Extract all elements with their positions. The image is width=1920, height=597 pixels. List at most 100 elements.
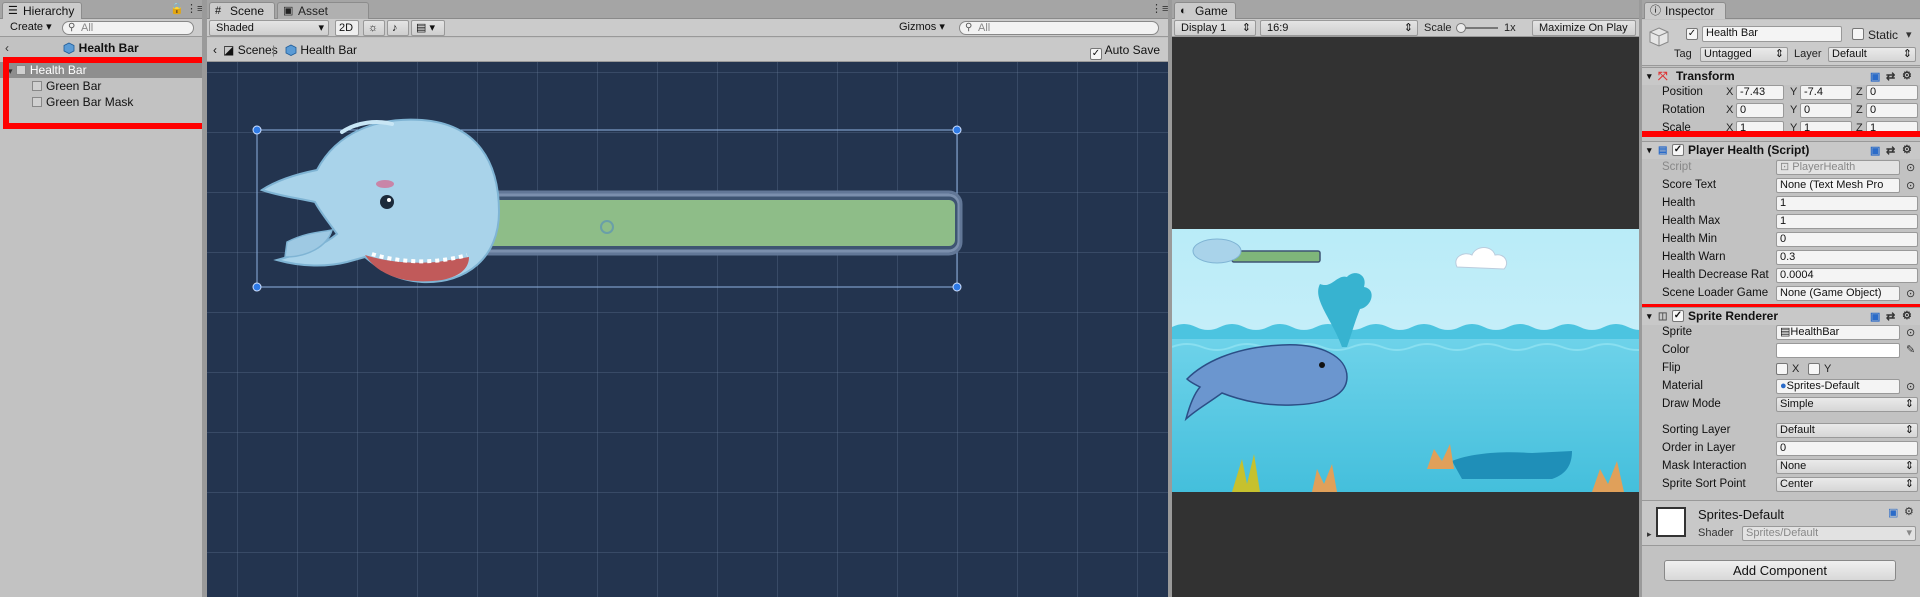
rotation-label: Rotation [1662,104,1705,116]
panel-menu-icon[interactable]: ⋮≡ [1151,3,1168,15]
health-decrease-rate-field[interactable]: 0.0004 [1776,268,1918,283]
shader-dropdown[interactable]: Sprites/Default ▾ [1742,526,1916,541]
active-checkbox[interactable]: ✓ [1686,28,1698,40]
sprite-renderer-title: Sprite Renderer [1688,309,1779,323]
transform-header[interactable]: ▾ ⤧ Transform ▣ ⇄ ⚙ [1642,67,1920,85]
flip-x-checkbox[interactable] [1776,363,1788,375]
sprite-field[interactable]: ▤HealthBar [1776,325,1900,340]
rotation-x-field[interactable]: 0 [1736,103,1784,118]
draw-mode-dropdown[interactable]: Simple ⇕ [1776,397,1918,412]
eyedropper-icon[interactable]: ✎ [1906,343,1915,356]
scale-x-field[interactable]: 1 [1736,121,1784,132]
panel-menu-icon[interactable]: ⋮≡ [186,3,202,15]
shading-dropdown[interactable]: Shaded ▾ [209,20,329,36]
health-warn-field[interactable]: 0.3 [1776,250,1918,265]
tag-value: Untagged [1704,48,1752,60]
back-arrow-icon[interactable]: ‹ [213,38,217,62]
component-enabled-checkbox[interactable]: ✓ [1672,310,1684,322]
object-picker-icon[interactable]: ⊙ [1906,179,1915,192]
position-z-field[interactable]: 0 [1866,85,1918,100]
lock-icon[interactable]: 🔒 [170,3,184,15]
hierarchy-item-health-bar[interactable]: ▾ Health Bar [0,62,202,78]
effects-dropdown[interactable]: ▤ ▾ [411,20,445,36]
health-field[interactable]: 1 [1776,196,1918,211]
lighting-toggle[interactable]: ☼ [363,20,385,36]
hierarchy-breadcrumb[interactable]: ‹ Health Bar [0,40,202,58]
component-enabled-checkbox[interactable]: ✓ [1672,144,1684,156]
layer-dropdown[interactable]: Default ⇕ [1828,47,1916,62]
chevron-down-icon[interactable]: ▾ [1906,28,1912,41]
tab-inspector[interactable]: ⓘ Inspector [1644,2,1726,19]
sorting-layer-dropdown[interactable]: Default ⇕ [1776,423,1918,438]
game-screen[interactable] [1172,229,1639,492]
scale-z-field[interactable]: 1 [1866,121,1918,132]
gear-icon[interactable]: ⚙ [1904,505,1914,518]
tab-game[interactable]: ◐ Game [1174,2,1236,19]
audio-toggle[interactable]: ♪ [387,20,409,36]
flip-y-checkbox[interactable] [1808,363,1820,375]
sprite-renderer-header[interactable]: ▾ ◫ ✓ Sprite Renderer ▣ ⇄ ⚙ [1642,307,1920,325]
health-decrease-rate-label: Health Decrease Rat [1662,269,1769,281]
foldout-icon[interactable]: ▾ [8,66,13,76]
scale-slider[interactable] [1456,23,1498,33]
gear-icon[interactable]: ⚙ [1902,308,1912,325]
display-dropdown[interactable]: Display 1 ⇕ [1174,20,1256,36]
tag-dropdown[interactable]: Untagged ⇕ [1700,47,1788,62]
auto-save-toggle[interactable]: ✓ Auto Save [1089,38,1160,62]
health-max-field[interactable]: 1 [1776,214,1918,229]
add-component-button[interactable]: Add Component [1664,560,1896,581]
material-field[interactable]: ●Sprites-Default [1776,379,1900,394]
scale-y-field[interactable]: 1 [1800,121,1852,132]
object-name-field[interactable]: Health Bar [1702,26,1842,42]
object-picker-icon[interactable]: ⊙ [1906,326,1915,339]
auto-save-checkbox[interactable]: ✓ [1089,48,1102,60]
score-text-field[interactable]: None (Text Mesh Pro [1776,178,1900,193]
color-swatch[interactable] [1776,343,1900,358]
object-picker-icon[interactable]: ⊙ [1906,161,1915,174]
rotation-z-field[interactable]: 0 [1866,103,1918,118]
help-icon[interactable]: ▣ [1870,143,1880,160]
hierarchy-item-green-bar[interactable]: Green Bar [0,78,202,94]
preset-icon[interactable]: ⇄ [1886,143,1895,160]
toggle-2d-button[interactable]: 2D [335,20,359,36]
gear-icon[interactable]: ⚙ [1902,68,1912,85]
object-picker-icon[interactable]: ⊙ [1906,380,1915,393]
back-arrow-icon[interactable]: ‹ [5,40,9,56]
scene-loader-field[interactable]: None (Game Object) [1776,286,1900,301]
maximize-on-play-toggle[interactable]: Maximize On Play [1532,20,1636,36]
gear-icon[interactable]: ⚙ [1902,142,1912,159]
object-picker-icon[interactable]: ⊙ [1906,287,1915,300]
foldout-icon[interactable]: ▾ [1647,308,1652,325]
create-button[interactable]: Create ▾ [4,20,58,36]
mask-interaction-dropdown[interactable]: None ⇕ [1776,459,1918,474]
foldout-icon[interactable]: ▾ [1647,142,1652,159]
position-x-field[interactable]: -7.43 [1736,85,1784,100]
health-label: Health [1662,197,1696,209]
health-min-field[interactable]: 0 [1776,232,1918,247]
hierarchy-search-input[interactable]: ⚲ All [62,21,194,35]
hierarchy-item-green-bar-mask[interactable]: Green Bar Mask [0,94,202,110]
help-icon[interactable]: ▣ [1888,506,1898,519]
list-icon: ☰ [8,5,18,17]
position-y-field[interactable]: -7.4 [1800,85,1852,100]
sprite-sort-point-dropdown[interactable]: Center ⇕ [1776,477,1918,492]
player-health-header[interactable]: ▾ ▤ ✓ Player Health (Script) ▣ ⇄ ⚙ [1642,141,1920,159]
scene-toolbar: Shaded ▾ 2D ☼ ♪ ▤ ▾ Gizmos ▾ ⚲ All [207,19,1168,37]
aspect-dropdown[interactable]: 16:9 ⇕ [1260,20,1418,36]
scene-viewport[interactable] [207,62,1168,597]
tab-scene[interactable]: # Scene [209,2,275,19]
foldout-icon[interactable]: ▸ [1647,529,1652,540]
create-label: Create [10,21,44,33]
tab-asset-store[interactable]: ▣ Asset Store [277,2,369,34]
prefab-breadcrumb[interactable]: Health Bar [285,38,357,62]
scenes-breadcrumb[interactable]: ◪ Scenes [223,38,278,62]
static-checkbox[interactable] [1852,28,1864,40]
rotation-y-field[interactable]: 0 [1800,103,1852,118]
scene-search-input[interactable]: ⚲ All [959,21,1159,35]
tab-hierarchy[interactable]: ☰ Hierarchy [2,2,82,19]
order-in-layer-field[interactable]: 0 [1776,441,1918,456]
gizmos-dropdown[interactable]: Gizmos ▾ [893,20,951,36]
health-bar-sprite[interactable] [207,62,1168,597]
foldout-icon[interactable]: ▾ [1647,68,1652,85]
scale-slider-thumb[interactable] [1456,23,1466,33]
